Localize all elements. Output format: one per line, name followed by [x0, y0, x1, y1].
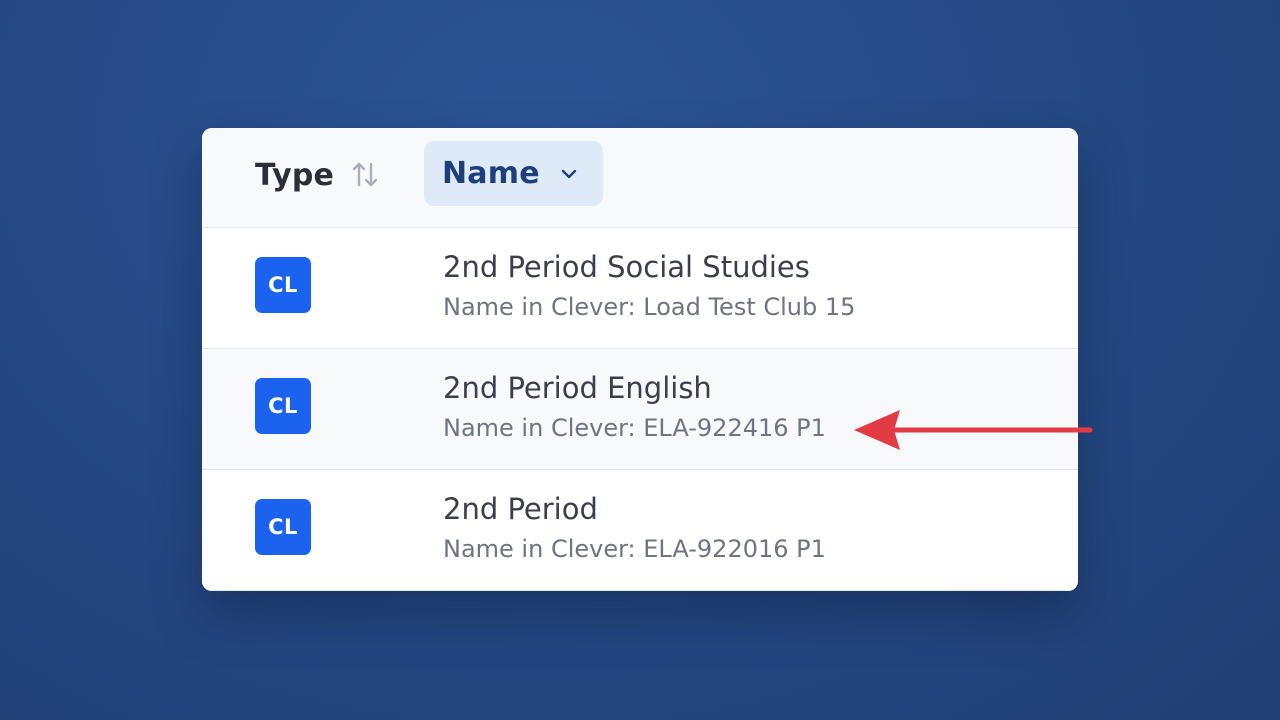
row-clever-name: Name in Clever: ELA-922016 P1	[443, 535, 826, 563]
row-title: 2nd Period	[443, 492, 598, 526]
table-row[interactable]: CL 2nd Period Social Studies Name in Cle…	[202, 228, 1078, 349]
class-type-badge: CL	[255, 378, 311, 434]
chevron-down-icon	[558, 163, 580, 185]
row-title: 2nd Period Social Studies	[443, 250, 810, 284]
sort-arrows-icon	[350, 160, 380, 190]
class-list-panel: Type Name CL 2nd Period Social Studies N…	[202, 128, 1078, 591]
red-arrow-icon	[854, 410, 1093, 450]
row-clever-name: Name in Clever: ELA-922416 P1	[443, 414, 826, 442]
row-clever-name: Name in Clever: Load Test Club 15	[443, 293, 856, 321]
table-header: Type Name	[202, 128, 1078, 228]
type-column-header[interactable]: Type	[255, 157, 380, 193]
name-column-label: Name	[442, 156, 540, 191]
class-type-badge: CL	[255, 499, 311, 555]
type-column-label: Type	[255, 157, 335, 193]
table-row[interactable]: CL 2nd Period Name in Clever: ELA-922016…	[202, 470, 1078, 591]
row-title: 2nd Period English	[443, 371, 712, 405]
class-type-badge: CL	[255, 257, 311, 313]
name-column-header[interactable]: Name	[424, 141, 603, 206]
